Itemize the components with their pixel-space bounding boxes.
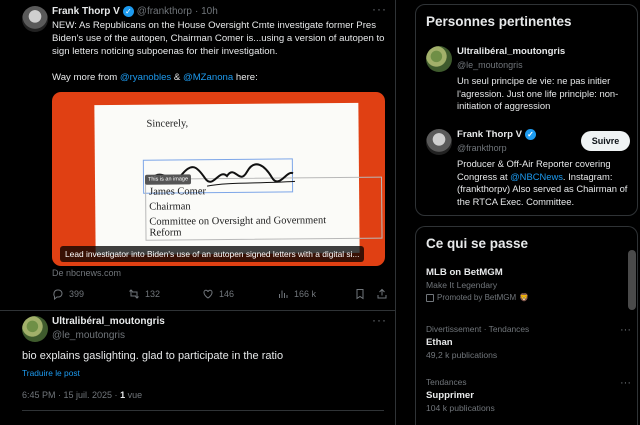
tweet-time[interactable]: · 10h (195, 6, 218, 17)
avatar[interactable] (426, 46, 452, 72)
reply-button[interactable]: 399 (52, 288, 84, 300)
reply-count: 399 (69, 289, 85, 299)
more-options-icon[interactable]: ··· (372, 313, 387, 327)
trend-count: 49,2 k publications (426, 350, 498, 360)
tweet-paragraph: Way more from @ryanobles & @MZanona here… (52, 71, 387, 84)
views-button[interactable]: 166 k (277, 288, 316, 300)
promoted-label: Promoted by BetMGM 🦁 (426, 293, 631, 302)
verified-badge-icon: ✓ (122, 6, 134, 17)
trend-name: Ethan (426, 337, 453, 348)
reply-timestamp[interactable]: 6:45 PM · 15 juil. 2025 · (22, 390, 120, 400)
text-segment: Way more from (52, 72, 120, 83)
reply-author-name[interactable]: Ultralibéral_moutongris (52, 316, 165, 327)
tweet-paragraph: NEW: As Republicans on the House Oversig… (52, 20, 385, 57)
follow-button[interactable]: Suivre (581, 131, 630, 151)
trend-item[interactable]: Tendances Supprimer 104 k publications ·… (426, 377, 631, 413)
heart-icon (203, 289, 213, 299)
author-name[interactable]: Frank Thorp V (52, 6, 120, 17)
reply-metadata: 6:45 PM · 15 juil. 2025 · 1 vue (22, 390, 142, 400)
views-icon (279, 290, 288, 298)
trend-item[interactable]: MLB on BetMGM Make It Legendary Promoted… (426, 267, 631, 302)
tweet-actions: 399 132 146 166 k (52, 288, 388, 302)
letter-committee: Committee on Oversight and Government Re… (149, 215, 327, 239)
view-count: 166 k (294, 289, 317, 299)
card-title: Personnes pertinentes (426, 14, 572, 29)
repost-count: 132 (145, 289, 161, 299)
text-segment: here: (233, 72, 258, 83)
share-button[interactable] (376, 288, 388, 300)
more-options-icon[interactable]: ··· (620, 377, 631, 389)
like-count: 146 (219, 289, 235, 299)
like-button[interactable]: 146 (202, 288, 234, 300)
scrollbar[interactable] (628, 250, 636, 310)
link-source[interactable]: De nbcnews.com (52, 268, 121, 278)
alt-text-badge: This is an image (144, 174, 192, 185)
trend-subtitle: Make It Legendary (426, 280, 498, 290)
reply-view-label: vue (125, 390, 143, 400)
reply-header: Ultralibéral_moutongris (52, 316, 165, 327)
trend-count: 104 k publications (426, 403, 495, 413)
more-options-icon[interactable]: ··· (620, 324, 631, 336)
trend-category: Tendances (426, 377, 467, 387)
verified-badge-icon: ✓ (525, 129, 537, 140)
person-name[interactable]: Ultralibéral_moutongris (457, 46, 565, 57)
repost-icon (129, 289, 139, 299)
timeline-column: Frank Thorp V ✓ @frankthorp · 10h ··· NE… (0, 0, 396, 425)
promoted-icon (426, 293, 434, 302)
translate-link[interactable]: Traduire le post (22, 368, 80, 378)
avatar[interactable] (22, 316, 48, 342)
letter-signer-title: Chairman (149, 201, 191, 213)
trends-card: Ce qui se passe MLB on BetMGM Make It Le… (415, 226, 638, 425)
divider (0, 310, 396, 311)
more-options-icon[interactable]: ··· (372, 2, 387, 16)
bookmark-icon (356, 289, 364, 300)
tweet-header: Frank Thorp V ✓ @frankthorp · 10h (52, 6, 218, 17)
link-card-image[interactable]: Sincerely, This is an image James Comer … (52, 92, 385, 266)
person-bio: Un seul principe de vie: ne pas initier … (457, 75, 619, 111)
trend-item[interactable]: Divertissement · Tendances Ethan 49,2 k … (426, 324, 631, 360)
mention-link[interactable]: @MZanona (183, 72, 233, 83)
letter-signer-name: James Comer (149, 186, 207, 198)
person-name-row: Frank Thorp V ✓ (457, 129, 537, 140)
lion-emoji-icon: 🦁 (519, 293, 530, 302)
bookmark-button[interactable] (354, 288, 366, 300)
trend-name: Supprimer (426, 390, 474, 401)
person-handle[interactable]: @frankthorp (457, 143, 507, 153)
person-handle[interactable]: @le_moutongris (457, 60, 523, 70)
reply-text: bio explains gaslighting. glad to partic… (22, 350, 284, 362)
text-segment: & (171, 72, 183, 83)
reply-author-handle[interactable]: @le_moutongris (52, 330, 125, 341)
avatar[interactable] (22, 6, 48, 32)
card-title: Ce qui se passe (426, 236, 529, 251)
relevant-people-card: Personnes pertinentes Ultralibéral_mouto… (415, 4, 638, 216)
divider (22, 410, 384, 411)
trend-category: Divertissement · Tendances (426, 324, 530, 334)
author-handle[interactable]: @frankthorp (137, 6, 192, 17)
bio-link[interactable]: @NBCNews (510, 171, 563, 182)
letter-image: Sincerely, This is an image James Comer … (94, 102, 383, 256)
reply-icon (53, 289, 63, 300)
repost-button[interactable]: 132 (128, 288, 160, 300)
trend-name: MLB on BetMGM (426, 267, 503, 278)
reply-header-handle: @le_moutongris (52, 330, 125, 341)
tweet-text: NEW: As Republicans on the House Oversig… (52, 19, 387, 97)
person-name[interactable]: Frank Thorp V (457, 129, 522, 140)
media-caption: Lead investigator into Biden's use of an… (60, 246, 365, 262)
promoted-text: Promoted by BetMGM (437, 293, 517, 302)
letter-sincerely: Sincerely, (146, 118, 189, 130)
person-bio: Producer & Off-Air Reporter covering Con… (457, 158, 632, 208)
share-icon (377, 288, 387, 299)
mention-link[interactable]: @ryanobles (120, 72, 171, 83)
avatar[interactable] (426, 129, 452, 155)
